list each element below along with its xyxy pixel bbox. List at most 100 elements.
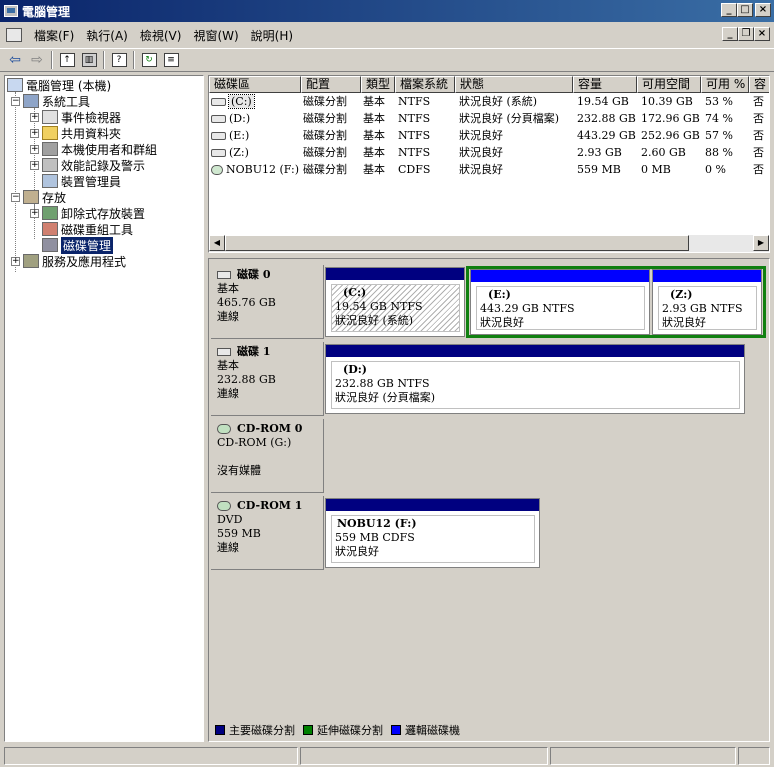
free-space-cell: 0 MB	[641, 163, 671, 176]
scroll-left-icon[interactable]: ◀	[209, 235, 225, 251]
filesystem-cell: NTFS	[398, 112, 431, 125]
disk-state: 連線	[217, 310, 239, 323]
column-header-percent-free[interactable]: 可用 %	[701, 76, 749, 93]
disk-type: DVD	[217, 513, 243, 526]
tree-item-device-manager[interactable]: 裝置管理員	[42, 173, 121, 189]
menu-file[interactable]: 檔案(F)	[28, 25, 80, 46]
primary-partition-bar	[326, 499, 539, 511]
column-header-capacity[interactable]: 容量	[573, 76, 637, 93]
tree-item-removable-storage[interactable]: + 卸除式存放裝置	[30, 205, 145, 221]
table-row[interactable]: (D:) 磁碟分割 基本 NTFS 狀況良好 (分頁檔案) 232.88 GB …	[209, 110, 769, 127]
menu-window[interactable]: 視窗(W)	[187, 25, 244, 46]
percent-free-cell: 74 %	[705, 112, 733, 125]
cdrom-0-info[interactable]: CD-ROM 0 CD-ROM (G:) 沒有媒體	[211, 419, 324, 493]
disk-1-info[interactable]: 磁碟 1 基本 232.88 GB 連線	[211, 342, 324, 416]
collapse-icon[interactable]: −	[11, 96, 20, 106]
mdi-restore-button[interactable]: ❐	[738, 27, 754, 41]
volume-detail: 443.29 GB NTFS	[480, 302, 575, 315]
expand-icon[interactable]: +	[30, 160, 39, 170]
menu-action[interactable]: 執行(A)	[80, 25, 134, 46]
column-header-layout[interactable]: 配置	[301, 76, 361, 93]
volume-detail: 559 MB CDFS	[335, 531, 415, 544]
removable-storage-icon	[42, 206, 58, 220]
help-icon[interactable]: ?	[108, 50, 130, 70]
mdi-controls: _ ❐ ×	[722, 27, 770, 41]
scroll-right-icon[interactable]: ▶	[753, 235, 769, 251]
column-header-filesystem[interactable]: 檔案系統	[395, 76, 455, 93]
column-header-type[interactable]: 類型	[361, 76, 395, 93]
menu-view[interactable]: 檢視(V)	[134, 25, 188, 46]
volume-status: 狀況良好 (系統)	[335, 314, 414, 327]
percent-free-cell: 53 %	[705, 95, 733, 108]
tree-item-label: 事件檢視器	[61, 110, 122, 125]
close-button[interactable]: ×	[755, 3, 771, 17]
tree-item-label: 磁碟管理	[61, 236, 114, 254]
type-cell: 基本	[363, 129, 385, 142]
expand-icon[interactable]: +	[30, 112, 39, 122]
tree-item-services-applications[interactable]: + 服務及應用程式	[11, 253, 126, 269]
properties-icon[interactable]: ≡	[160, 50, 182, 70]
volume-d[interactable]: (D:) 232.88 GB NTFS 狀況良好 (分頁檔案)	[325, 344, 745, 414]
volume-c[interactable]: (C:) 19.54 GB NTFS 狀況良好 (系統)	[325, 267, 465, 337]
window-controls: _ □ ×	[719, 3, 771, 17]
drive-icon	[211, 115, 226, 123]
forward-icon[interactable]: ⇨	[26, 50, 48, 70]
tree-item-label: 本機使用者和群組	[61, 142, 158, 157]
tree-item-local-users[interactable]: + 本機使用者和群組	[30, 141, 157, 157]
disk-type: CD-ROM (G:)	[217, 436, 292, 449]
scrollbar-thumb[interactable]	[225, 235, 689, 251]
tree-item-disk-defragmenter[interactable]: 磁碟重組工具	[42, 221, 133, 237]
disk-size: 465.76 GB	[217, 296, 276, 309]
tree-item-disk-management[interactable]: 磁碟管理	[42, 236, 114, 254]
filesystem-cell: NTFS	[398, 129, 431, 142]
volume-cell: (Z:)	[211, 144, 249, 161]
tree-item-event-viewer[interactable]: + 事件檢視器	[30, 109, 121, 125]
legend: 主要磁碟分割 延伸磁碟分割 邏輯磁碟機	[213, 722, 466, 738]
volume-z[interactable]: (Z:) 2.93 GB NTFS 狀況良好	[652, 269, 762, 335]
disk-0-info[interactable]: 磁碟 0 基本 465.76 GB 連線	[211, 265, 324, 339]
cdrom-1-info[interactable]: CD-ROM 1 DVD 559 MB 連線	[211, 496, 324, 570]
table-row[interactable]: (Z:) 磁碟分割 基本 NTFS 狀況良好 2.93 GB 2.60 GB 8…	[209, 144, 769, 161]
menu-help[interactable]: 說明(H)	[245, 25, 299, 46]
back-icon[interactable]: ⇦	[4, 50, 26, 70]
tree-item-system-tools[interactable]: − 系統工具	[11, 93, 90, 109]
column-header-volume[interactable]: 磁碟區	[209, 76, 301, 93]
layout-cell: 磁碟分割	[303, 163, 347, 176]
table-row[interactable]: (C:) 磁碟分割 基本 NTFS 狀況良好 (系統) 19.54 GB 10.…	[209, 93, 769, 110]
expand-icon[interactable]: +	[30, 144, 39, 154]
column-header-status[interactable]: 狀態	[455, 76, 573, 93]
table-row[interactable]: NOBU12 (F:) 磁碟分割 基本 CDFS 狀況良好 559 MB 0 M…	[209, 161, 769, 178]
tree-item-storage[interactable]: − 存放	[11, 189, 66, 205]
disk-management-icon	[42, 238, 58, 252]
mdi-close-button[interactable]: ×	[754, 27, 770, 41]
column-header-fault-tolerance[interactable]: 容	[749, 76, 769, 93]
document-icon[interactable]	[6, 28, 22, 42]
expand-icon[interactable]: +	[30, 208, 39, 218]
tree-item-shared-folders[interactable]: + 共用資料夾	[30, 125, 121, 141]
expand-icon[interactable]: +	[11, 256, 20, 266]
volume-e[interactable]: (E:) 443.29 GB NTFS 狀況良好	[470, 269, 650, 335]
maximize-button[interactable]: □	[737, 3, 753, 17]
table-row[interactable]: (E:) 磁碟分割 基本 NTFS 狀況良好 443.29 GB 252.96 …	[209, 127, 769, 144]
show-hide-tree-icon[interactable]: ▥	[78, 50, 100, 70]
horizontal-scrollbar[interactable]: ◀ ▶	[209, 235, 769, 252]
mdi-minimize-button[interactable]: _	[722, 27, 738, 41]
tree-item-computer-management[interactable]: 電腦管理 (本機)	[7, 77, 111, 93]
refresh-icon[interactable]: ↻	[138, 50, 160, 70]
expand-icon[interactable]: +	[30, 128, 39, 138]
status-panel	[300, 747, 548, 765]
disk-size: 559 MB	[217, 527, 261, 540]
tree-item-label: 系統工具	[42, 94, 91, 109]
volume-name: NOBU12 (F:)	[337, 517, 417, 530]
up-folder-icon[interactable]: ↑	[56, 50, 78, 70]
legend-label: 邏輯磁碟機	[405, 724, 460, 737]
volume-f[interactable]: NOBU12 (F:) 559 MB CDFS 狀況良好	[325, 498, 540, 568]
tree-item-performance-logs[interactable]: + 效能記錄及警示	[30, 157, 145, 173]
column-header-free-space[interactable]: 可用空間	[637, 76, 701, 93]
tree-item-label: 裝置管理員	[61, 174, 122, 189]
toolbar-separator	[103, 51, 105, 69]
volume-cell: (E:)	[211, 127, 249, 144]
collapse-icon[interactable]: −	[11, 192, 20, 202]
status-panel	[738, 747, 770, 765]
minimize-button[interactable]: _	[721, 3, 737, 17]
